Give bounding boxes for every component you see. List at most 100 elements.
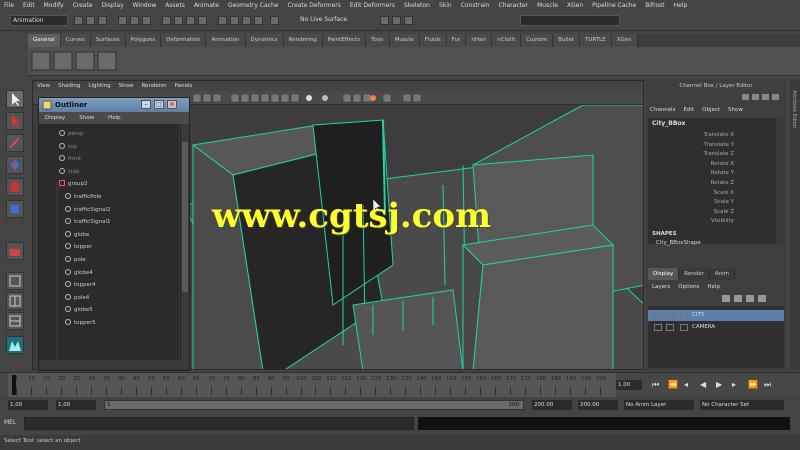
current-frame-field[interactable]: 1.00 xyxy=(616,380,642,390)
channel-attribute[interactable]: Rotate X xyxy=(710,161,734,167)
outliner-item[interactable]: globe4 xyxy=(65,267,93,279)
viewport-menu-view[interactable]: View xyxy=(37,83,50,89)
snap-curve-icon[interactable] xyxy=(230,16,239,25)
layer-menu-help[interactable]: Help xyxy=(707,284,720,290)
render-icon[interactable] xyxy=(380,16,389,25)
menu-constrain[interactable]: Constrain xyxy=(461,2,490,9)
layer-tab-anim[interactable]: Anim xyxy=(709,268,736,280)
shelf-tab-deformation[interactable]: Deformation xyxy=(161,34,207,47)
outliner-item[interactable]: trafficSignal1 xyxy=(65,216,111,228)
layer-row[interactable]: CITY xyxy=(648,310,784,321)
outliner-item[interactable]: topper xyxy=(65,241,92,253)
menu-pipeline-cache[interactable]: Pipeline Cache xyxy=(592,2,636,9)
viewport-menu-show[interactable]: Show xyxy=(119,83,134,89)
outliner-item[interactable]: top xyxy=(59,141,77,153)
character-set-dropdown[interactable]: No Character Set xyxy=(700,400,784,410)
menu-set-dropdown[interactable]: Animation xyxy=(10,15,68,26)
menu-bifrost[interactable]: Bifrost xyxy=(645,2,664,9)
playhead[interactable] xyxy=(12,375,16,395)
channel-box-panel[interactable]: City_BBox SHAPES City_BBoxShape Translat… xyxy=(648,118,784,246)
menu-modify[interactable]: Modify xyxy=(44,2,64,9)
outliner-menu-help[interactable]: Help xyxy=(108,115,121,121)
range-slider[interactable]: 1 200 xyxy=(104,400,524,410)
render-settings-icon[interactable] xyxy=(404,16,413,25)
step-forward-key-icon[interactable]: ⏩ xyxy=(748,380,758,389)
layer-row[interactable]: CAMERA xyxy=(648,322,784,333)
menu-display[interactable]: Display xyxy=(102,2,124,9)
outliner-scroll-thumb[interactable] xyxy=(182,142,188,292)
select-component-icon[interactable] xyxy=(142,16,151,25)
viewport-menu-panels[interactable]: Panels xyxy=(175,83,193,89)
rotate-tool-icon[interactable] xyxy=(6,178,24,196)
layer-tab-display[interactable]: Display xyxy=(648,268,680,280)
shelf-tab-rendering[interactable]: Rendering xyxy=(283,34,323,47)
shelf-tab-turtle[interactable]: TURTLE xyxy=(580,34,612,47)
snap-view-icon[interactable] xyxy=(254,16,263,25)
single-pane-layout-icon[interactable] xyxy=(6,272,24,290)
menu-edit[interactable]: Edit xyxy=(23,2,35,9)
magnet-icon[interactable] xyxy=(270,16,279,25)
layer-tab-render[interactable]: Render xyxy=(679,268,710,280)
channel-menu-channels[interactable]: Channels xyxy=(650,107,675,113)
menu-window[interactable]: Window xyxy=(133,2,157,9)
viewport-menu-lighting[interactable]: Lighting xyxy=(88,83,110,89)
shelf-tab-custom[interactable]: Custom xyxy=(521,34,554,47)
playback-start-field[interactable]: 1.00 xyxy=(56,400,96,410)
new-scene-icon[interactable] xyxy=(74,16,83,25)
shelf-tab-fur[interactable]: Fur xyxy=(446,34,467,47)
shelf-tab-bullet[interactable]: Bullet xyxy=(553,34,581,47)
play-backward-icon[interactable]: ◀ xyxy=(700,380,706,389)
layer-color-swatch[interactable] xyxy=(680,312,688,319)
viewport-menu-renderer[interactable]: Renderer xyxy=(141,83,166,89)
shelf-tab-surfaces[interactable]: Surfaces xyxy=(90,34,126,47)
outliner-item[interactable]: topper5 xyxy=(65,317,96,329)
menu-character[interactable]: Character xyxy=(499,2,529,9)
four-pane-layout-icon[interactable] xyxy=(6,292,24,310)
channel-attribute[interactable]: Scale Y xyxy=(714,199,734,205)
channel-box-scrollbar[interactable] xyxy=(776,118,784,244)
shelf-tab-animation[interactable]: Animation xyxy=(206,34,246,47)
search-field[interactable] xyxy=(520,15,620,26)
outliner-scrollbar[interactable] xyxy=(180,124,188,360)
channel-attribute[interactable]: Scale X xyxy=(714,190,734,196)
channel-attribute[interactable]: Translate X xyxy=(704,132,735,138)
shelf-tab-ncloth[interactable]: nCloth xyxy=(492,34,522,47)
menu-help[interactable]: Help xyxy=(674,2,688,9)
selected-object-name[interactable]: City_BBox xyxy=(652,120,685,127)
select-object-icon[interactable] xyxy=(130,16,139,25)
animation-end-field[interactable]: 200.00 xyxy=(578,400,618,410)
outliner-menu-display[interactable]: Display xyxy=(45,115,65,121)
menu-create[interactable]: Create xyxy=(73,2,93,9)
menu-assets[interactable]: Assets xyxy=(165,2,185,9)
outliner-layout-icon[interactable] xyxy=(6,312,24,330)
outliner-item[interactable]: trafficPole xyxy=(65,191,102,203)
outliner-item[interactable]: trafficSignal2 xyxy=(65,204,111,216)
mel-label[interactable]: MEL xyxy=(4,419,16,426)
paint-select-icon[interactable] xyxy=(6,134,24,152)
anim-layer-dropdown[interactable]: No Anim Layer xyxy=(624,400,694,410)
shelf-tab-curves[interactable]: Curves xyxy=(60,34,91,47)
outliner-item[interactable]: side xyxy=(59,166,79,178)
outliner-item[interactable]: globe5 xyxy=(65,304,93,316)
menu-xgen[interactable]: XGen xyxy=(567,2,583,9)
open-scene-icon[interactable] xyxy=(86,16,95,25)
shelf-tab-nhair[interactable]: nHair xyxy=(466,34,493,47)
viewport-menu-shading[interactable]: Shading xyxy=(58,83,80,89)
go-to-end-icon[interactable]: ⏭ xyxy=(764,380,771,390)
outliner-item[interactable]: topper4 xyxy=(65,279,96,291)
select-handles-icon[interactable] xyxy=(162,16,171,25)
menu-create-deformers[interactable]: Create Deformers xyxy=(287,2,340,9)
animation-start-field[interactable]: 1.00 xyxy=(8,400,48,410)
menu-animate[interactable]: Animate xyxy=(194,2,219,9)
visibility-toggle[interactable] xyxy=(654,312,662,319)
last-tool-icon[interactable] xyxy=(6,242,24,260)
layer-menu-options[interactable]: Options xyxy=(678,284,699,290)
shelf-tab-painteffects[interactable]: PaintEffects xyxy=(322,34,367,47)
outliner-item[interactable]: globe xyxy=(65,229,89,241)
channel-attribute[interactable]: Rotate Y xyxy=(711,170,734,176)
time-slider[interactable]: 1 10 15 20 25 30 35 40 45 50 55 60 65 70 75 80 85 90 95 100… xyxy=(0,372,800,397)
outliner-item[interactable]: group2 xyxy=(59,178,87,190)
playback-end-field[interactable]: 200.00 xyxy=(532,400,572,410)
snap-grid-icon[interactable] xyxy=(218,16,227,25)
go-to-start-icon[interactable]: ⏮ xyxy=(652,380,659,390)
